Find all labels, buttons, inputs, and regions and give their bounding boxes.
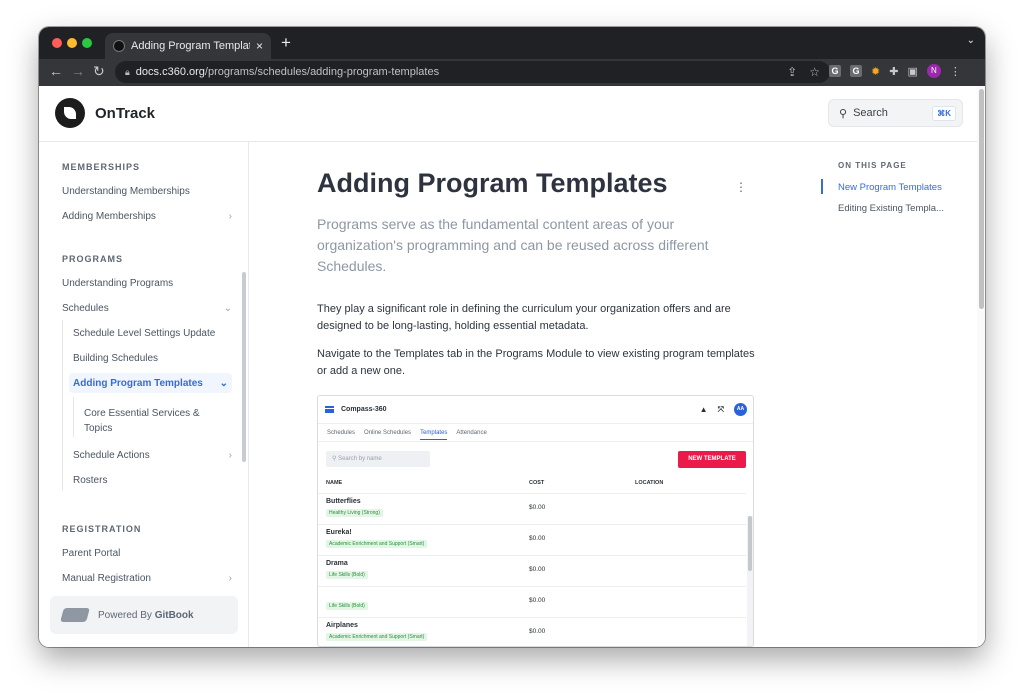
extensions-puzzle-icon[interactable]: ✚ xyxy=(889,65,898,78)
sidebar-item-schedule-actions[interactable]: Schedule Actions › xyxy=(73,450,232,461)
sidebar-item-adding-memberships[interactable]: Adding Memberships › xyxy=(62,211,232,222)
page-scrollbar[interactable] xyxy=(977,86,985,647)
site-header: OnTrack ⚲ Search ⌘K xyxy=(39,86,985,142)
chevron-right-icon[interactable]: › xyxy=(229,211,232,222)
tab-bar: Adding Program Templates - O × + ⌄ xyxy=(39,27,985,59)
col-location: LOCATION xyxy=(635,480,664,486)
table-row: Butterflies Healthy Living (Strong) $0.00 xyxy=(318,493,746,524)
share-icon[interactable]: ⇪ xyxy=(787,65,797,79)
browser-tab[interactable]: Adding Program Templates - O × xyxy=(105,33,271,59)
favicon-icon xyxy=(113,40,125,52)
app-name: Compass-360 xyxy=(341,406,387,413)
new-tab-button[interactable]: + xyxy=(281,33,291,53)
url-path: /programs/schedules/adding-program-templ… xyxy=(204,66,440,78)
chevron-right-icon[interactable]: › xyxy=(229,573,232,584)
docs-page: OnTrack ⚲ Search ⌘K MEMBERSHIPS Understa… xyxy=(39,86,985,647)
paragraph-2: Navigate to the Templates tab in the Pro… xyxy=(317,348,755,377)
profile-avatar[interactable]: N xyxy=(926,64,941,78)
sidebar-item-building-schedules[interactable]: Building Schedules xyxy=(73,353,232,364)
toc-item-new-program-templates[interactable]: New Program Templates xyxy=(838,182,942,193)
sidebar-section-registration: REGISTRATION xyxy=(62,524,142,534)
fullscreen-icon: ⤧ xyxy=(717,404,724,414)
url-domain: docs.c360.org xyxy=(135,66,205,78)
hamburger-icon xyxy=(325,406,334,413)
sidebar-item-understanding-memberships[interactable]: Understanding Memberships xyxy=(62,186,232,197)
minimize-window-button[interactable] xyxy=(67,38,77,48)
warning-icon: ▲ xyxy=(699,405,708,414)
search-shortcut: ⌘K xyxy=(932,105,956,121)
chevron-down-icon[interactable]: ⌄ xyxy=(224,303,232,314)
table-row: Life Skills (Bold) $0.00 xyxy=(318,586,746,617)
toc-item-editing-existing-templates[interactable]: Editing Existing Templa... xyxy=(838,203,944,214)
tree-line xyxy=(62,320,63,490)
sidebar-item-core-essential-services[interactable]: Core Essential Services & Topics xyxy=(84,406,204,436)
app-header: Compass-360 ▲ ⤧ AA xyxy=(318,396,753,424)
forward-icon[interactable]: → xyxy=(71,63,85,79)
new-template-button: NEW TEMPLATE xyxy=(678,451,746,468)
browser-toolbar: ← → ↻ 🔒︎ docs.c360.org /programs/schedul… xyxy=(39,59,985,86)
extension-sun-icon[interactable]: ✹ xyxy=(871,65,880,78)
table-row: Airplanes Academic Enrichment and Support… xyxy=(318,617,746,646)
tab-title: Adding Program Templates - O xyxy=(131,40,250,52)
tree-line-nested xyxy=(73,397,74,437)
search-label: Search xyxy=(853,107,888,119)
tab-search-chevron-icon[interactable]: ⌄ xyxy=(967,35,975,46)
tab-attendance: Attendance xyxy=(456,429,487,436)
sidebar-item-parent-portal[interactable]: Parent Portal xyxy=(62,548,232,559)
address-bar[interactable]: 🔒︎ docs.c360.org /programs/schedules/add… xyxy=(115,61,830,83)
bookmark-star-icon[interactable]: ☆ xyxy=(809,65,820,79)
reload-icon[interactable]: ↻ xyxy=(93,63,105,80)
sidebar-item-understanding-programs[interactable]: Understanding Programs xyxy=(62,278,232,289)
back-icon[interactable]: ← xyxy=(49,63,63,79)
templates-screenshot: Compass-360 ▲ ⤧ AA Schedules Online Sche… xyxy=(317,395,754,647)
powered-by-gitbook[interactable]: Powered By GitBook xyxy=(50,596,238,634)
user-avatar: AA xyxy=(734,403,747,416)
extension-g-icon[interactable]: G xyxy=(829,65,841,77)
sidebar-section-memberships: MEMBERSHIPS xyxy=(62,162,141,172)
sidebar-section-programs: PROGRAMS xyxy=(62,254,124,264)
sidebar-scrollbar[interactable] xyxy=(242,272,246,462)
sidebar-item-adding-program-templates[interactable]: Adding Program Templates ⌄ xyxy=(69,373,232,393)
extensions-area: G G ✹ ✚ ▣ N ⋮ xyxy=(829,64,961,78)
table-row: Drama Life Skills (Bold) $0.00 xyxy=(318,555,746,586)
sidebar: MEMBERSHIPS Understanding Memberships Ad… xyxy=(39,142,249,647)
page-title: Adding Program Templates xyxy=(317,168,668,198)
chevron-down-icon[interactable]: ⌄ xyxy=(220,378,228,389)
search-button[interactable]: ⚲ Search ⌘K xyxy=(828,99,963,127)
template-search-input: ⚲ Search by name xyxy=(326,451,430,467)
sidebar-item-rosters[interactable]: Rosters xyxy=(73,475,232,486)
tab-schedules: Schedules xyxy=(327,429,356,436)
page-description: Programs serve as the fundamental conten… xyxy=(317,216,709,274)
browser-window: Adding Program Templates - O × + ⌄ ← → ↻… xyxy=(39,27,985,647)
page-actions-kebab-icon[interactable]: ⋮ xyxy=(735,180,747,194)
tab-online-schedules: Online Schedules xyxy=(364,429,412,436)
maximize-window-button[interactable] xyxy=(82,38,92,48)
close-window-button[interactable] xyxy=(52,38,62,48)
site-brand[interactable]: OnTrack xyxy=(95,105,155,122)
side-panel-icon[interactable]: ▣ xyxy=(907,65,917,78)
tab-templates: Templates xyxy=(420,430,448,440)
sidebar-item-schedules[interactable]: Schedules ⌄ xyxy=(62,303,232,314)
app-tabs: Schedules Online Schedules Templates Att… xyxy=(318,424,753,442)
col-cost: COST xyxy=(529,480,545,486)
sidebar-item-manual-registration[interactable]: Manual Registration › xyxy=(62,573,232,584)
sidebar-item-schedule-level-settings[interactable]: Schedule Level Settings Update xyxy=(73,328,232,339)
embedded-scrollbar xyxy=(747,516,753,646)
gitbook-icon xyxy=(60,608,90,622)
toc-active-indicator xyxy=(821,179,823,194)
extension-g2-icon[interactable]: G xyxy=(850,65,862,77)
col-name: NAME xyxy=(326,480,343,486)
search-icon: ⚲ xyxy=(839,107,848,120)
ontrack-logo-icon[interactable] xyxy=(55,98,85,128)
lock-icon: 🔒︎ xyxy=(125,66,130,77)
table-row: Eureka! Academic Enrichment and Support (… xyxy=(318,524,746,555)
chevron-right-icon[interactable]: › xyxy=(229,450,232,461)
paragraph-1: They play a significant role in defining… xyxy=(317,303,731,332)
browser-menu-icon[interactable]: ⋮ xyxy=(950,65,961,78)
tab-close-icon[interactable]: × xyxy=(256,39,263,53)
toc-heading: ON THIS PAGE xyxy=(838,161,907,170)
